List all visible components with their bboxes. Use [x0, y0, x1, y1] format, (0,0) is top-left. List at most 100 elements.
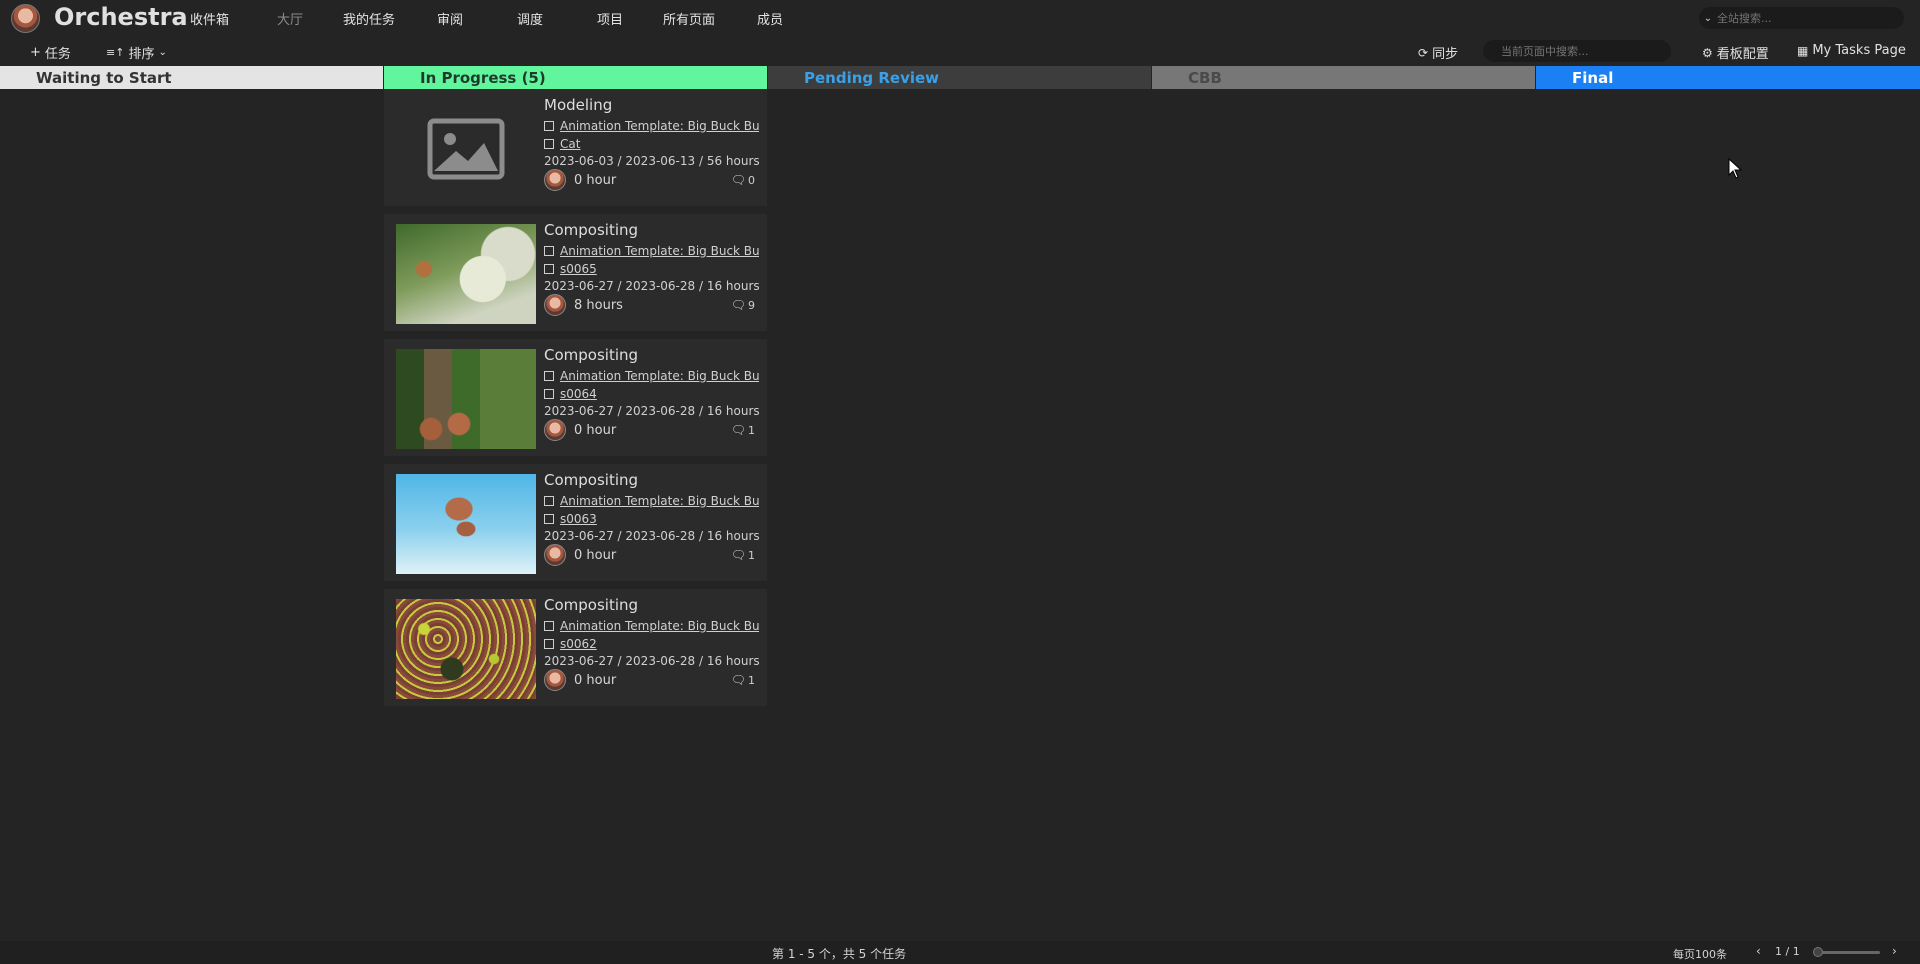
assignee-avatar[interactable]: [544, 294, 566, 316]
assignee-row: 0 hour: [544, 169, 616, 191]
task-type: Compositing: [544, 346, 639, 364]
project-icon: [544, 121, 554, 131]
project-link[interactable]: Animation Template: Big Buck Bunny: [560, 369, 759, 383]
task-dates: 2023-06-03 / 2023-06-13 / 56 hours: [544, 154, 759, 168]
task-type: Modeling: [544, 96, 613, 114]
task-dates: 2023-06-27 / 2023-06-28 / 16 hours: [544, 529, 759, 543]
column-header-2[interactable]: In Progress (5): [384, 66, 767, 89]
column-header-5[interactable]: Final: [1536, 66, 1920, 89]
next-page-icon[interactable]: ›: [1892, 944, 1897, 958]
task-type: Compositing: [544, 471, 639, 489]
column-title: Final: [1572, 68, 1614, 87]
my-tasks-page-button[interactable]: ▦ My Tasks Page: [1797, 43, 1906, 58]
comment-count[interactable]: 🗨 0: [731, 173, 755, 187]
project-icon: [544, 371, 554, 381]
global-search[interactable]: ⌄: [1699, 7, 1904, 29]
comment-icon: 🗨: [730, 423, 746, 437]
sort-button[interactable]: ≡↑ 排序 ⌄: [106, 43, 167, 62]
task-thumbnail[interactable]: [396, 474, 536, 574]
entity-icon: [544, 139, 554, 149]
comment-count[interactable]: 🗨 9: [731, 298, 755, 312]
board-config-button[interactable]: ⚙ 看板配置: [1702, 43, 1769, 63]
nav-members[interactable]: 成员: [757, 9, 783, 28]
nav-projects[interactable]: 项目: [597, 9, 623, 28]
assignee-avatar[interactable]: [544, 669, 566, 691]
user-avatar[interactable]: [11, 4, 40, 33]
shot-thumbnail: [396, 349, 536, 449]
logged-hours: 0 hour: [574, 547, 617, 563]
plus-icon: +: [30, 45, 41, 60]
nav-my-tasks[interactable]: 我的任务: [343, 9, 395, 28]
task-card[interactable]: Modeling Animation Template: Big Buck Bun…: [384, 89, 767, 210]
task-card[interactable]: Compositing Animation Template: Big Buck …: [384, 464, 767, 585]
entity-link[interactable]: Cat: [560, 137, 580, 151]
comment-icon: 🗨: [730, 548, 746, 562]
column-header-3[interactable]: Pending Review: [768, 66, 1151, 89]
app-brand[interactable]: Orchestra: [54, 3, 188, 31]
nav-lobby[interactable]: 大厅: [277, 9, 303, 28]
nav-review[interactable]: 审阅: [437, 9, 463, 28]
entity-link[interactable]: s0065: [560, 262, 597, 276]
nav-schedule[interactable]: 调度: [517, 9, 543, 28]
page-indicator: 1 / 1: [1775, 945, 1800, 958]
per-page-select[interactable]: 每页100条: [1673, 946, 1727, 962]
board-config-label: 看板配置: [1716, 47, 1769, 62]
project-link[interactable]: Animation Template: Big Buck Bunny: [560, 619, 759, 633]
comment-icon: 🗨: [730, 298, 746, 312]
task-card[interactable]: Compositing Animation Template: Big Buck …: [384, 589, 767, 710]
project-link-row: Animation Template: Big Buck Bunny: [544, 119, 759, 133]
zoom-slider[interactable]: [1813, 947, 1880, 957]
comment-count[interactable]: 🗨 1: [731, 673, 755, 687]
entity-icon: [544, 389, 554, 399]
refresh-icon: ⟳: [1418, 45, 1429, 60]
task-thumbnail[interactable]: [396, 599, 536, 699]
entity-link[interactable]: s0063: [560, 512, 597, 526]
task-dates: 2023-06-27 / 2023-06-28 / 16 hours: [544, 654, 759, 668]
assignee-row: 0 hour: [544, 544, 616, 566]
add-task-button[interactable]: + 任务: [30, 43, 71, 62]
sort-icon: ≡↑: [106, 46, 125, 59]
project-link-row: Animation Template: Big Buck Bunny: [544, 369, 759, 383]
task-thumbnail[interactable]: [396, 224, 536, 324]
comment-count-value: 1: [748, 548, 755, 562]
logged-hours: 0 hour: [574, 672, 617, 688]
sync-button[interactable]: ⟳ 同步: [1418, 43, 1458, 63]
gear-icon: ⚙: [1702, 45, 1713, 60]
task-card[interactable]: Compositing Animation Template: Big Buck …: [384, 214, 767, 335]
global-search-input[interactable]: [1717, 11, 1887, 25]
assignee-avatar[interactable]: [544, 419, 566, 441]
assignee-avatar[interactable]: [544, 544, 566, 566]
chevron-down-icon[interactable]: ⌄: [1699, 13, 1717, 24]
project-link[interactable]: Animation Template: Big Buck Bunny: [560, 244, 759, 258]
project-icon: [544, 246, 554, 256]
prev-page-icon[interactable]: ‹: [1756, 944, 1761, 958]
column-header-1[interactable]: Waiting to Start: [0, 66, 383, 89]
sort-label: 排序: [128, 47, 155, 62]
top-navigation-bar: Orchestra 收件箱 大厅 我的任务 审阅 调度 项目 所有页面 成员 ⌄: [0, 0, 1920, 36]
task-thumbnail[interactable]: [396, 99, 536, 199]
nav-all-pages[interactable]: 所有页面: [663, 9, 715, 28]
comment-count-value: 0: [748, 173, 755, 187]
task-card[interactable]: Compositing Animation Template: Big Buck …: [384, 339, 767, 460]
logged-hours: 0 hour: [574, 422, 617, 438]
entity-link[interactable]: s0064: [560, 387, 597, 401]
page-search-input[interactable]: [1501, 44, 1651, 58]
logged-hours: 0 hour: [574, 172, 617, 188]
nav-inbox[interactable]: 收件箱: [190, 9, 229, 28]
entity-link[interactable]: s0062: [560, 637, 597, 651]
project-link[interactable]: Animation Template: Big Buck Bunny: [560, 119, 759, 133]
assignee-avatar[interactable]: [544, 169, 566, 191]
page-search[interactable]: [1483, 40, 1671, 62]
zoom-slider-handle[interactable]: [1813, 947, 1823, 957]
comment-count[interactable]: 🗨 1: [731, 548, 755, 562]
entity-icon: [544, 264, 554, 274]
shot-thumbnail: [396, 599, 536, 699]
project-icon: [544, 621, 554, 631]
task-thumbnail[interactable]: [396, 349, 536, 449]
comment-count-value: 9: [748, 298, 755, 312]
column-header-4[interactable]: CBB: [1152, 66, 1535, 89]
project-link[interactable]: Animation Template: Big Buck Bunny: [560, 494, 759, 508]
entity-icon: [544, 639, 554, 649]
results-summary: 第 1 - 5 个，共 5 个任务: [772, 947, 907, 961]
comment-count[interactable]: 🗨 1: [731, 423, 755, 437]
